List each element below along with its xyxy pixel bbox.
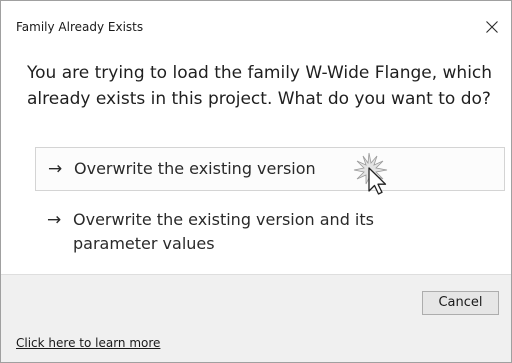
learn-more-link[interactable]: Click here to learn more — [16, 336, 160, 350]
option-label: Overwrite the existing version — [74, 159, 316, 178]
main-instruction: You are trying to load the family W-Wide… — [27, 63, 493, 109]
arrow-right-icon: → — [47, 210, 62, 230]
close-x-icon — [486, 21, 498, 33]
cancel-button[interactable]: Cancel — [422, 291, 499, 315]
arrow-right-icon: → — [48, 159, 63, 179]
button-footer: Cancel — [1, 274, 511, 322]
family-exists-dialog: Family Already Exists You are trying to … — [0, 0, 512, 363]
close-button[interactable] — [477, 13, 507, 41]
dialog-title: Family Already Exists — [16, 20, 144, 34]
overwrite-version-option[interactable]: → Overwrite the existing version — [35, 147, 505, 191]
overwrite-version-and-parameters-option[interactable]: → Overwrite the existing version and its… — [35, 206, 505, 262]
title-bar: Family Already Exists — [1, 1, 511, 47]
option-label: Overwrite the existing version and its p… — [73, 210, 374, 253]
help-footer: Click here to learn more — [1, 321, 511, 362]
